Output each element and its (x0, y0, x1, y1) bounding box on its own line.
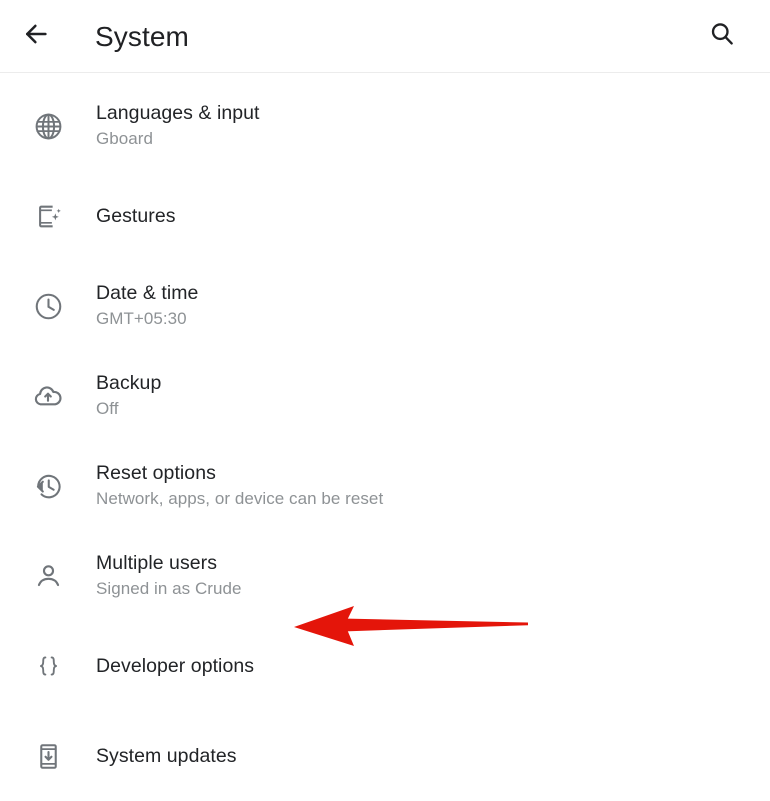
list-item-system-updates[interactable]: System updates (0, 711, 770, 801)
list-item-subtitle: Off (96, 399, 119, 418)
search-button[interactable] (686, 0, 758, 73)
list-item-text: Developer options (96, 654, 254, 679)
list-item-languages-input[interactable]: Languages & input Gboard (0, 81, 770, 171)
list-item-subtitle: Signed in as Crude (96, 579, 242, 598)
list-item-reset-options[interactable]: Reset options Network, apps, or device c… (0, 441, 770, 531)
list-item-subtitle: Network, apps, or device can be reset (96, 489, 384, 508)
list-item-subtitle: Gboard (96, 129, 154, 148)
list-item-title: Date & time (96, 282, 199, 304)
list-item-date-time[interactable]: Date & time GMT+05:30 (0, 261, 770, 351)
list-item-text: Reset options Network, apps, or device c… (96, 461, 383, 511)
list-item-title: System updates (96, 744, 237, 767)
phone-download-icon (0, 741, 96, 772)
list-item-title: Gestures (96, 204, 176, 227)
list-item-title: Reset options (96, 462, 216, 484)
list-item-text: Date & time GMT+05:30 (96, 281, 198, 331)
list-item-text: Multiple users Signed in as Crude (96, 551, 242, 601)
list-item-text: Gestures (96, 204, 176, 229)
history-restore-icon (0, 471, 96, 502)
list-item-backup[interactable]: Backup Off (0, 351, 770, 441)
page-title: System (95, 20, 189, 52)
list-item-subtitle: GMT+05:30 (96, 309, 187, 328)
back-button[interactable] (0, 0, 72, 73)
list-item-text: Languages & input Gboard (96, 101, 260, 151)
list-item-text: System updates (96, 744, 237, 769)
list-item-title: Languages & input (96, 102, 260, 124)
settings-list: Languages & input Gboard Gestures Date &… (0, 73, 770, 801)
list-item-title: Developer options (96, 654, 255, 677)
list-item-developer-options[interactable]: Developer options (0, 621, 770, 711)
globe-icon (0, 111, 96, 142)
list-item-multiple-users[interactable]: Multiple users Signed in as Crude (0, 531, 770, 621)
search-icon (708, 20, 736, 53)
list-item-text: Backup Off (96, 371, 161, 421)
arrow-left-icon (21, 19, 51, 54)
list-item-title: Multiple users (96, 552, 217, 574)
list-item-gestures[interactable]: Gestures (0, 171, 770, 261)
app-bar: System (0, 0, 770, 73)
list-item-title: Backup (96, 372, 162, 394)
clock-icon (0, 291, 96, 322)
gestures-phone-icon (0, 201, 96, 232)
person-icon (0, 561, 96, 592)
cloud-upload-icon (0, 380, 96, 412)
curly-braces-icon (0, 651, 96, 682)
